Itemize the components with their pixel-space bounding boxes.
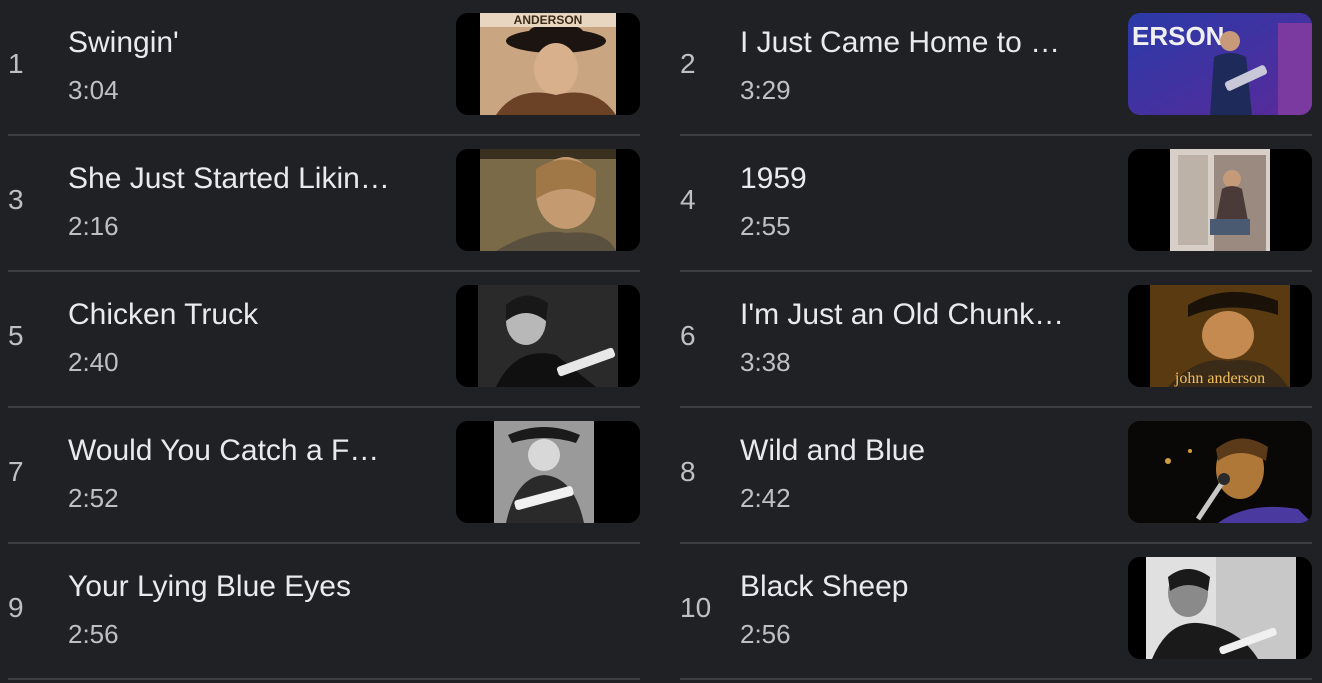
song-duration: 2:52 xyxy=(68,483,119,513)
song-row[interactable]: 7 Would You Catch a F… 2:52 xyxy=(8,408,640,544)
album-artist-lettering: john anderson xyxy=(1174,370,1265,387)
row-divider xyxy=(680,678,1312,680)
song-title[interactable]: She Just Started Likin… xyxy=(68,160,418,198)
song-thumbnail[interactable] xyxy=(456,149,640,251)
song-thumbnail[interactable]: ERSON xyxy=(1128,13,1312,115)
song-row[interactable]: 6 I'm Just an Old Chunk… 3:38 john ander… xyxy=(680,272,1312,408)
song-duration: 2:42 xyxy=(740,483,791,513)
banner-lettering: ERSON xyxy=(1132,21,1224,51)
song-rank: 2 xyxy=(680,48,696,79)
song-row[interactable]: 2 I Just Came Home to … 3:29 ERSON xyxy=(680,0,1312,136)
song-rank: 8 xyxy=(680,456,696,487)
song-title[interactable]: Chicken Truck xyxy=(68,296,418,334)
song-rank: 5 xyxy=(8,320,24,351)
song-duration: 2:56 xyxy=(68,619,119,649)
song-duration: 2:16 xyxy=(68,211,119,241)
song-title[interactable]: I'm Just an Old Chunk… xyxy=(740,296,1090,334)
song-rank: 7 xyxy=(8,456,24,487)
album-title-lettering: ANDERSON xyxy=(514,13,583,27)
song-duration: 2:55 xyxy=(740,211,791,241)
song-rank: 1 xyxy=(8,48,24,79)
song-row[interactable]: 9 Your Lying Blue Eyes 2:56 xyxy=(8,544,640,680)
song-thumbnail[interactable] xyxy=(456,285,640,387)
song-thumbnail[interactable] xyxy=(456,421,640,523)
song-thumbnail[interactable] xyxy=(1128,421,1312,523)
song-title[interactable]: 1959 xyxy=(740,160,1090,198)
song-rank: 4 xyxy=(680,184,696,215)
song-duration: 3:04 xyxy=(68,75,119,105)
row-divider xyxy=(8,678,640,680)
song-title[interactable]: I Just Came Home to … xyxy=(740,24,1090,62)
song-row[interactable]: 1 Swingin' 3:04 ANDERSON xyxy=(8,0,640,136)
song-duration: 2:56 xyxy=(740,619,791,649)
song-title[interactable]: Your Lying Blue Eyes xyxy=(68,568,418,606)
song-title[interactable]: Wild and Blue xyxy=(740,432,1090,470)
song-title[interactable]: Black Sheep xyxy=(740,568,1090,606)
song-thumbnail[interactable]: ANDERSON xyxy=(456,13,640,115)
song-row[interactable]: 8 Wild and Blue 2:42 xyxy=(680,408,1312,544)
song-duration: 2:40 xyxy=(68,347,119,377)
song-row[interactable]: 3 She Just Started Likin… 2:16 xyxy=(8,136,640,272)
song-title[interactable]: Would You Catch a F… xyxy=(68,432,418,470)
song-title[interactable]: Swingin' xyxy=(68,24,418,62)
song-list: 1 Swingin' 3:04 ANDERSON 2 I Just Came H… xyxy=(0,0,1322,683)
song-row[interactable]: 5 Chicken Truck 2:40 xyxy=(8,272,640,408)
song-row[interactable]: 4 1959 2:55 xyxy=(680,136,1312,272)
song-thumbnail[interactable]: john anderson xyxy=(1128,285,1312,387)
song-rank: 10 xyxy=(680,592,712,623)
song-row[interactable]: 10 Black Sheep 2:56 xyxy=(680,544,1312,680)
song-rank: 3 xyxy=(8,184,24,215)
song-duration: 3:38 xyxy=(740,347,791,377)
song-thumbnail[interactable] xyxy=(1128,149,1312,251)
song-thumbnail[interactable] xyxy=(1128,557,1312,659)
song-rank: 9 xyxy=(8,592,24,623)
song-duration: 3:29 xyxy=(740,75,791,105)
song-rank: 6 xyxy=(680,320,696,351)
